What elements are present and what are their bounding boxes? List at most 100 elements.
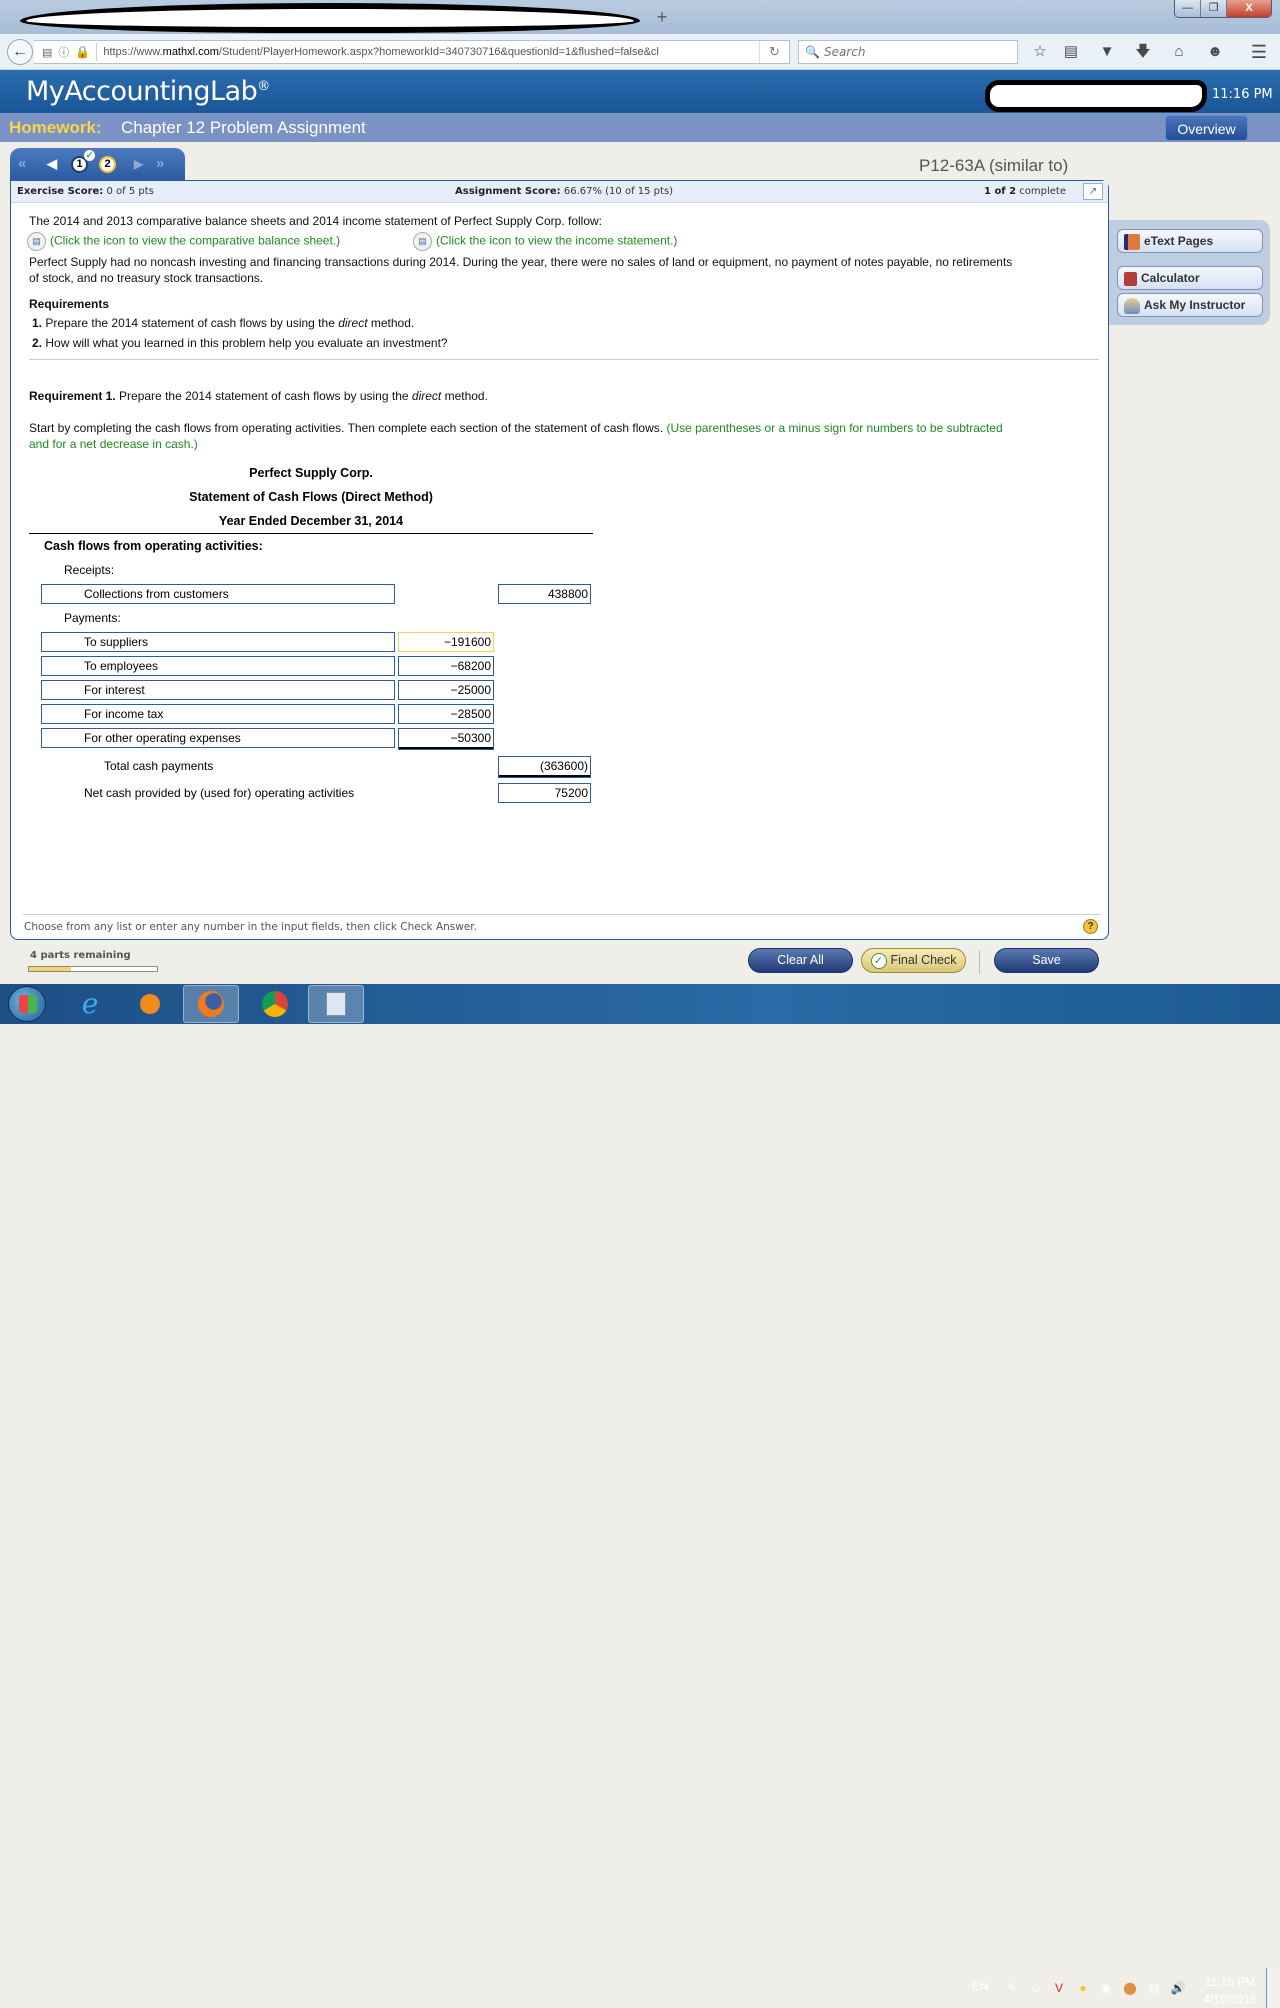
question-navigator: « ◀ 1 ✓ 2 ▶ » <box>10 148 185 181</box>
payment-amount-field[interactable]: −68200 <box>398 656 494 676</box>
question-panel: Exercise Score: 0 of 5 pts Assignment Sc… <box>10 180 1109 940</box>
view-data-icon[interactable]: ▤ <box>413 232 432 251</box>
total-payments-field[interactable]: (363600) <box>498 756 591 778</box>
button-separator <box>979 950 980 974</box>
volume-icon[interactable]: 🔊 <box>1170 1980 1186 1996</box>
next-question-icon[interactable]: ▶ <box>134 157 143 171</box>
network-icon[interactable]: ▤ <box>1146 1980 1162 1996</box>
problem-note-line2: of stock, and no treasury stock transact… <box>29 271 264 285</box>
reload-icon[interactable]: ↻ <box>759 41 789 63</box>
taskbar: e EN ✎ ☺ V ● ◉ ⬤ ▤ 🔊 11:16 PM 4/10/2016 <box>0 984 1280 2008</box>
requirement-2: 2. How will what you learned in this pro… <box>32 336 448 350</box>
chrome-icon[interactable] <box>247 985 303 1023</box>
balance-sheet-link[interactable]: ▤ (Click the icon to view the comparative… <box>27 232 340 251</box>
home-icon[interactable]: ⌂ <box>1169 42 1189 62</box>
payment-label-field[interactable]: For interest <box>41 680 395 700</box>
media-player-icon[interactable] <box>122 985 178 1023</box>
payment-label-field[interactable]: For income tax <box>41 704 395 724</box>
receipts-label: Receipts: <box>64 563 115 577</box>
parts-remaining: 4 parts remaining <box>30 950 131 961</box>
book-icon <box>1124 233 1140 250</box>
completion-status: 1 of 2 complete <box>984 186 1067 197</box>
search-icon: 🔍 <box>805 45 820 59</box>
assignment-score: Assignment Score: 66.67% (10 of 15 pts) <box>455 186 674 197</box>
calculator-app-icon[interactable] <box>308 985 364 1023</box>
problem-note-line1: Perfect Supply had no noncash investing … <box>29 255 1013 269</box>
mcafee-icon[interactable]: V <box>1051 1980 1067 1996</box>
payment-amount-field[interactable]: −28500 <box>398 704 494 724</box>
payment-label-field[interactable]: To employees <box>41 656 395 676</box>
system-clock[interactable]: 11:16 PM 4/10/2016 <box>1196 1974 1264 2008</box>
payment-label-field[interactable]: For other operating expenses <box>41 728 395 748</box>
back-button[interactable]: ← <box>7 39 33 65</box>
overview-button[interactable]: Overview <box>1165 115 1248 141</box>
tray-disk-icon[interactable]: ⬤ <box>1122 1980 1138 1996</box>
start-button[interactable] <box>8 986 46 1022</box>
tray-swirl-icon[interactable]: ◉ <box>1098 1980 1114 1996</box>
payment-amount-field[interactable]: −50300 <box>398 728 494 750</box>
minimize-button[interactable]: — <box>1175 0 1201 17</box>
total-payments-label: Total cash payments <box>104 759 214 773</box>
problem-intro: The 2014 and 2013 comparative balance sh… <box>29 214 603 228</box>
download-icon[interactable]: 🡇 <box>1133 42 1153 62</box>
bookmark-star-icon[interactable]: ☆ <box>1030 42 1050 62</box>
new-tab-button[interactable]: + <box>650 6 674 28</box>
page-info-icon[interactable]: ▤ <box>42 46 52 59</box>
tray-pet-icon[interactable]: ☺ <box>1028 1980 1044 1996</box>
correct-check-icon: ✓ <box>84 150 95 161</box>
url-bar[interactable]: ▤ ⓘ 🔒 https://www.mathxl.com/Student/Pla… <box>34 40 790 64</box>
payment-amount-field[interactable]: −191600 <box>398 632 494 652</box>
payment-amount-field[interactable]: −25000 <box>398 680 494 700</box>
user-name-redacted <box>985 80 1207 112</box>
homework-label: Homework: <box>9 118 102 137</box>
check-icon: ✓ <box>870 952 887 969</box>
firefox-icon[interactable] <box>183 985 239 1023</box>
tray-network-icon[interactable]: ● <box>1075 1980 1091 1996</box>
clear-all-button[interactable]: Clear All <box>748 948 853 973</box>
etext-pages-button[interactable]: eText Pages <box>1117 229 1263 253</box>
instruction-line1: Start by completing the cash flows from … <box>29 421 1003 435</box>
internet-explorer-icon[interactable]: e <box>62 985 118 1023</box>
score-bar: Exercise Score: 0 of 5 pts Assignment Sc… <box>11 181 1108 203</box>
footer-instruction: Choose from any list or enter any number… <box>24 921 477 933</box>
income-statement-link[interactable]: ▤ (Click the icon to view the income stat… <box>413 232 677 251</box>
payment-label-field[interactable]: To suppliers <box>41 632 395 652</box>
hello-chat-icon[interactable]: ☻ <box>1205 42 1225 62</box>
search-input[interactable] <box>823 45 1004 59</box>
statement-period: Year Ended December 31, 2014 <box>218 514 404 528</box>
expand-icon[interactable]: ↗ <box>1083 183 1103 200</box>
search-bar[interactable]: 🔍 <box>798 40 1018 64</box>
tools-panel: eText Pages Calculator Ask My Instructor <box>1109 220 1270 325</box>
help-icon[interactable]: ? <box>1083 919 1098 934</box>
footer-rule <box>23 914 1101 915</box>
menu-icon[interactable]: ☰ <box>1249 42 1269 62</box>
info-icon[interactable]: ⓘ <box>58 44 69 60</box>
net-operating-field[interactable]: 75200 <box>498 783 591 803</box>
homework-bar: Homework: Chapter 12 Problem Assignment … <box>0 113 1280 142</box>
receipt-label-field[interactable]: Collections from customers <box>41 584 395 604</box>
restore-button[interactable]: ❐ <box>1201 0 1227 17</box>
window-controls: — ❐ X <box>1174 0 1272 18</box>
close-button[interactable]: X <box>1227 0 1271 17</box>
question-2-button[interactable]: 2 <box>99 156 116 173</box>
language-indicator[interactable]: EN <box>972 1979 989 1993</box>
receipt-amount-field[interactable]: 438800 <box>498 584 591 604</box>
prev-question-icon[interactable]: ◀ <box>47 156 57 172</box>
ask-instructor-button[interactable]: Ask My Instructor <box>1117 293 1263 317</box>
last-question-icon[interactable]: » <box>156 155 164 172</box>
bookmarks-list-icon[interactable]: ▤ <box>1061 42 1081 62</box>
browser-tab-redacted[interactable] <box>20 3 640 33</box>
calculator-button[interactable]: Calculator <box>1117 266 1263 290</box>
final-check-button[interactable]: ✓ Final Check <box>861 948 966 973</box>
tray-app-icon[interactable]: ✎ <box>1004 1980 1020 1996</box>
pocket-icon[interactable]: ▼ <box>1097 42 1117 62</box>
progress-fill <box>29 967 72 971</box>
show-desktop-button[interactable] <box>1266 1968 1280 2008</box>
windows-logo-icon <box>19 995 37 1013</box>
browser-navbar: ← ▤ ⓘ 🔒 https://www.mathxl.com/Student/P… <box>0 34 1280 70</box>
first-question-icon[interactable]: « <box>18 155 26 172</box>
view-data-icon[interactable]: ▤ <box>27 232 46 251</box>
app-logo: MyAccountingLab® <box>26 76 270 107</box>
url-text[interactable]: https://www.mathxl.com/Student/PlayerHom… <box>103 46 723 58</box>
save-button[interactable]: Save <box>994 948 1099 973</box>
